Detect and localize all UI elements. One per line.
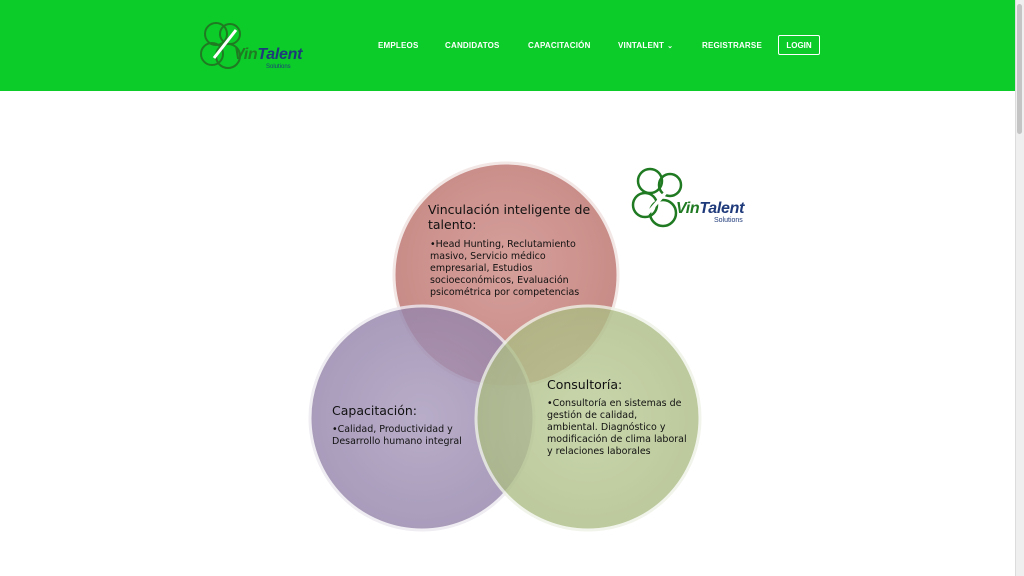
- nav-vintalent-dropdown[interactable]: VINTALENT ⌄: [618, 41, 673, 50]
- brand-logo[interactable]: VinTalent Solutions: [196, 18, 306, 74]
- nav-candidatos[interactable]: CANDIDATOS: [445, 41, 500, 50]
- scrollbar-thumb[interactable]: [1017, 4, 1022, 134]
- venn-top-body: •Head Hunting, Reclutamiento masivo, Ser…: [430, 239, 580, 298]
- content-brand-name: VinTalent: [676, 200, 745, 217]
- brand-subtitle: Solutions: [266, 64, 291, 70]
- top-navigation-bar: VinTalent Solutions EMPLEOS CANDIDATOS C…: [0, 0, 1016, 91]
- venn-right-body: •Consultoría en sistemas de gestión de c…: [547, 398, 687, 457]
- venn-right-text: Consultoría: •Consultoría en sistemas de…: [547, 377, 687, 458]
- nav-vintalent-label: VINTALENT: [618, 41, 665, 50]
- clover-logo-icon: [631, 167, 683, 228]
- venn-right-title: Consultoría:: [547, 377, 623, 392]
- vertical-scrollbar[interactable]: [1015, 0, 1024, 576]
- venn-left-title: Capacitación:: [332, 403, 418, 418]
- brand-name: VinTalent: [234, 46, 303, 63]
- content-brand-logo: VinTalent Solutions: [628, 165, 758, 233]
- nav-empleos[interactable]: EMPLEOS: [378, 41, 419, 50]
- venn-left-text: Capacitación: •Calidad, Productividad y …: [332, 403, 482, 448]
- content-brand-subtitle: Solutions: [714, 217, 743, 224]
- login-button[interactable]: LOGIN: [778, 35, 820, 55]
- venn-left-body: •Calidad, Productividad y Desarrollo hum…: [332, 424, 462, 447]
- venn-top-text: Vinculación inteligente de talento: •Hea…: [428, 202, 593, 299]
- nav-registrarse[interactable]: REGISTRARSE: [702, 41, 762, 50]
- chevron-down-icon: ⌄: [667, 43, 674, 50]
- nav-capacitacion[interactable]: CAPACITACIÓN: [528, 41, 591, 50]
- venn-top-title: Vinculación inteligente de talento:: [428, 202, 591, 232]
